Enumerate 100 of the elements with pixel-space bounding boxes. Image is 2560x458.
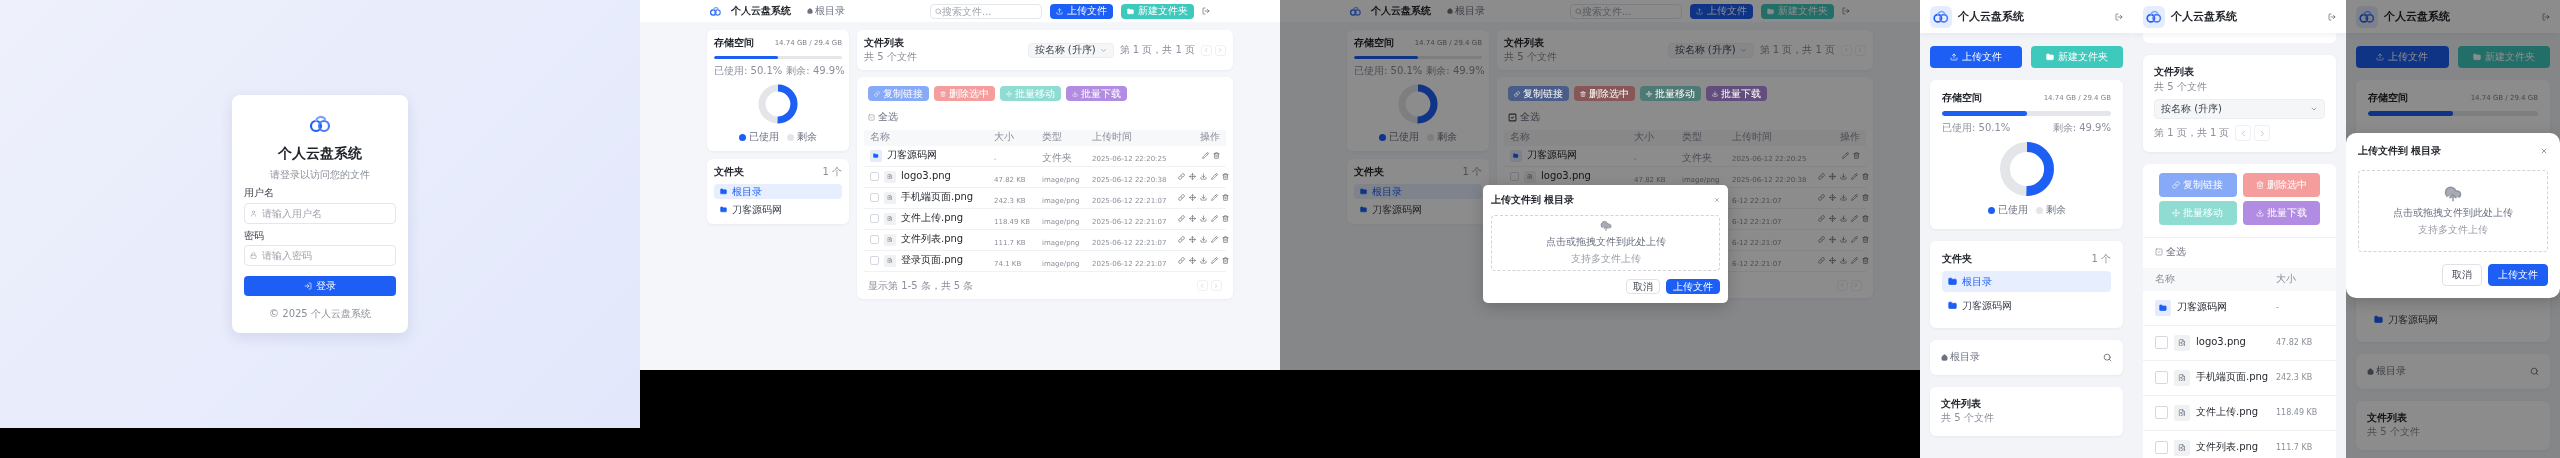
row-checkbox[interactable] [870,214,879,223]
file-name[interactable]: 手机端页面.png [2196,371,2269,384]
breadcrumb-link[interactable]: 根目录 [815,4,845,18]
folder-item[interactable]: 刀客源码网 [1354,202,1482,217]
close-icon[interactable] [2540,147,2548,156]
folder-item[interactable]: 刀客源码网 [714,202,842,217]
username-field[interactable]: 请输入用户名 [244,202,396,224]
move-icon[interactable] [1189,236,1196,243]
action-button[interactable]: 批量下载 [2242,201,2320,225]
edit-icon[interactable] [1851,173,1858,180]
file-name[interactable]: 文件列表.png [2196,441,2259,454]
link-icon[interactable] [1818,257,1825,264]
upload-button[interactable]: 上传文件 [2356,46,2449,68]
logout-icon[interactable] [1842,7,1850,15]
move-icon[interactable] [1829,194,1836,201]
action-button[interactable]: 批量下载 [1706,86,1767,101]
download-icon[interactable] [1200,215,1207,222]
download-icon[interactable] [1840,215,1847,222]
upload-button[interactable]: 上传文件 [1690,3,1753,19]
delete-icon[interactable] [1222,236,1229,243]
link-icon[interactable] [1178,194,1185,201]
move-icon[interactable] [1189,257,1196,264]
row-checkbox[interactable] [2155,336,2168,349]
folder-item[interactable]: 刀客源码网 [1942,295,2111,316]
link-icon[interactable] [1178,257,1185,264]
edit-icon[interactable] [1211,215,1218,222]
select-all-checkbox[interactable] [868,113,875,121]
download-icon[interactable] [1200,194,1207,201]
file-name[interactable]: 刀客源码网 [1527,149,1577,162]
link-icon[interactable] [1818,236,1825,243]
search-icon[interactable] [2103,352,2112,362]
move-icon[interactable] [1189,173,1196,180]
delete-icon[interactable] [1862,257,1869,264]
move-icon[interactable] [1829,236,1836,243]
delete-icon[interactable] [1862,236,1869,243]
download-icon[interactable] [1840,173,1847,180]
file-name[interactable]: logo3.png [1541,170,1591,183]
breadcrumb-link[interactable]: 根目录 [1455,4,1485,18]
sort-select[interactable]: 按名称 (升序) [2154,99,2325,119]
link-icon[interactable] [1178,215,1185,222]
link-icon[interactable] [1818,173,1825,180]
breadcrumb-link[interactable]: 根目录 [1950,351,1980,364]
edit-icon[interactable] [1211,194,1218,201]
delete-icon[interactable] [1862,173,1869,180]
upload-drop-zone[interactable]: 点击或拖拽文件到此处上传 支持多文件上传 [1491,214,1720,271]
delete-icon[interactable] [1222,215,1229,222]
action-button[interactable]: 复制链接 [1508,86,1569,101]
link-icon[interactable] [1178,236,1185,243]
upload-confirm-button[interactable]: 上传文件 [1666,278,1720,294]
cancel-button[interactable]: 取消 [1626,278,1660,294]
file-name[interactable]: 文件上传.png [901,212,964,225]
file-name[interactable]: 文件上传.png [2196,406,2259,419]
row-checkbox[interactable] [2155,371,2168,384]
search-icon[interactable] [2530,366,2539,376]
row-checkbox[interactable] [2155,441,2168,454]
edit-icon[interactable] [1851,257,1858,264]
file-name[interactable]: 刀客源码网 [2177,301,2227,314]
row-checkbox[interactable] [2155,406,2168,419]
delete-icon[interactable] [1222,194,1229,201]
cancel-button[interactable]: 取消 [2442,263,2482,286]
move-icon[interactable] [1189,215,1196,222]
logout-icon[interactable] [2115,12,2123,21]
delete-icon[interactable] [1213,152,1220,159]
action-button[interactable]: 删除选中 [1574,86,1635,101]
edit-icon[interactable] [1202,152,1209,159]
move-icon[interactable] [1829,215,1836,222]
move-icon[interactable] [1189,194,1196,201]
delete-icon[interactable] [1853,152,1860,159]
logout-icon[interactable] [2328,12,2336,21]
file-name[interactable]: 登录页面.png [901,254,964,267]
link-icon[interactable] [1178,173,1185,180]
select-all-checkbox[interactable] [2155,248,2163,257]
row-checkbox[interactable] [870,235,879,244]
move-icon[interactable] [1829,257,1836,264]
folder-item[interactable]: 刀客源码网 [2368,309,2538,330]
row-checkbox[interactable] [870,193,879,202]
link-icon[interactable] [1818,194,1825,201]
download-icon[interactable] [1200,257,1207,264]
row-checkbox[interactable] [870,172,879,181]
edit-icon[interactable] [1211,173,1218,180]
folder-item[interactable]: 根目录 [1942,271,2111,292]
folder-item[interactable]: 根目录 [714,184,842,199]
download-icon[interactable] [1840,194,1847,201]
file-name[interactable]: logo3.png [901,170,951,183]
select-all-checkbox[interactable] [1508,112,1517,122]
edit-icon[interactable] [1842,152,1849,159]
close-icon[interactable] [1714,197,1720,204]
login-button[interactable]: 登录 [244,276,396,297]
logout-icon[interactable] [1202,7,1210,15]
delete-icon[interactable] [1862,194,1869,201]
row-checkbox[interactable] [870,256,879,265]
row-checkbox[interactable] [1510,172,1519,181]
file-name[interactable]: 刀客源码网 [887,149,937,162]
delete-icon[interactable] [1862,215,1869,222]
download-icon[interactable] [1200,236,1207,243]
upload-button[interactable]: 上传文件 [1930,46,2022,68]
move-icon[interactable] [1829,173,1836,180]
delete-icon[interactable] [1222,173,1229,180]
delete-icon[interactable] [1222,257,1229,264]
breadcrumb-link[interactable]: 根目录 [2376,365,2406,378]
